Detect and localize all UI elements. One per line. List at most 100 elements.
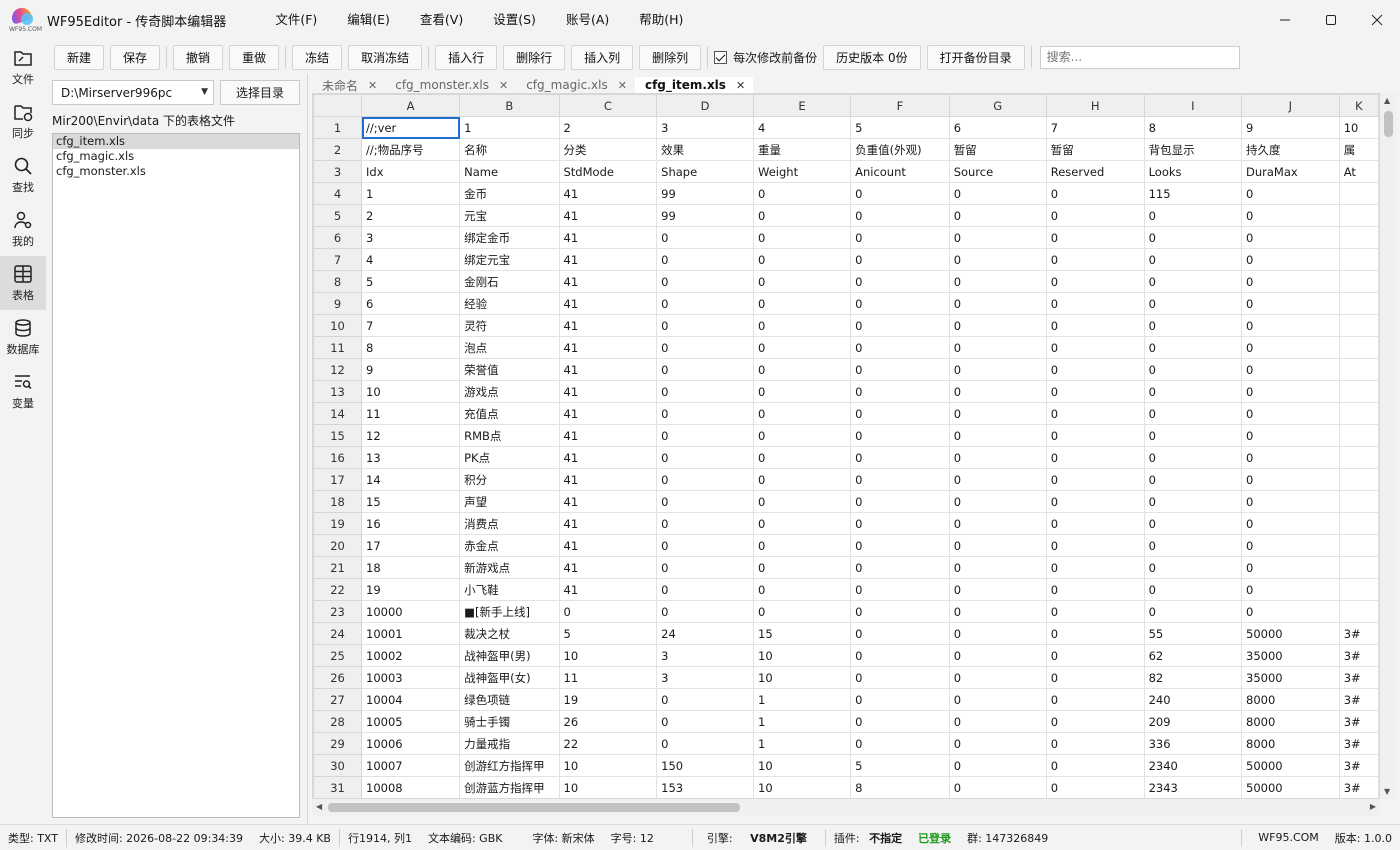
table-cell[interactable]: 0 [948, 226, 1047, 249]
table-cell[interactable]: 19 [361, 578, 461, 601]
table-cell[interactable]: 41 [558, 226, 658, 249]
table-cell[interactable]: 0 [1045, 248, 1145, 271]
table-cell[interactable]: 0 [850, 424, 950, 447]
table-cell[interactable]: 0 [1045, 182, 1145, 205]
table-cell[interactable]: StdMode [558, 160, 658, 183]
file-item[interactable]: cfg_monster.xls [53, 164, 299, 179]
table-cell[interactable] [1338, 534, 1379, 557]
table-cell[interactable]: 41 [558, 424, 658, 447]
table-cell[interactable]: 10 [753, 644, 852, 667]
close-tab-icon[interactable]: ✕ [368, 79, 377, 92]
tab-untitled[interactable]: 未命名 ✕ [312, 77, 385, 93]
table-cell[interactable]: 0 [1143, 490, 1243, 513]
table-cell[interactable]: 2 [361, 204, 461, 227]
row-header[interactable]: 27 [313, 688, 363, 711]
table-cell[interactable]: 赤金点 [459, 534, 560, 557]
table-cell[interactable]: 0 [850, 358, 950, 381]
table-cell[interactable]: 8000 [1241, 688, 1340, 711]
table-cell[interactable]: 0 [948, 424, 1047, 447]
table-cell[interactable]: 0 [1045, 710, 1145, 733]
table-cell[interactable]: 150 [656, 754, 755, 777]
table-cell[interactable]: 0 [1045, 336, 1145, 359]
table-cell[interactable]: 0 [1143, 578, 1243, 601]
table-cell[interactable]: 0 [1241, 424, 1340, 447]
table-cell[interactable]: 0 [1143, 512, 1243, 535]
table-cell[interactable]: 0 [850, 688, 950, 711]
table-cell[interactable]: 分类 [558, 138, 658, 161]
table-cell[interactable]: 0 [1045, 490, 1145, 513]
table-cell[interactable]: 115 [1143, 182, 1243, 205]
table-cell[interactable]: 10008 [361, 776, 461, 798]
table-cell[interactable]: 0 [948, 314, 1047, 337]
nav-file[interactable]: 文件 [0, 40, 46, 94]
row-header[interactable]: 18 [313, 490, 363, 513]
undo-button[interactable]: 撤销 [173, 44, 224, 70]
table-cell[interactable]: 10 [558, 776, 658, 798]
column-header[interactable]: H [1045, 94, 1145, 117]
row-header[interactable]: 16 [313, 446, 363, 469]
table-cell[interactable]: 3# [1338, 622, 1379, 645]
table-cell[interactable]: 负重值(外观) [850, 138, 950, 161]
table-cell[interactable]: 金刚石 [459, 270, 560, 293]
table-cell[interactable]: 元宝 [459, 204, 560, 227]
table-cell[interactable]: 10 [1338, 116, 1379, 139]
table-cell[interactable]: 62 [1143, 644, 1243, 667]
table-cell[interactable]: 泡点 [459, 336, 560, 359]
table-cell[interactable]: 0 [1241, 292, 1340, 315]
column-header[interactable]: G [948, 94, 1047, 117]
table-cell[interactable]: 99 [656, 182, 755, 205]
table-cell[interactable]: 0 [656, 248, 755, 271]
table-cell[interactable]: 0 [656, 446, 755, 469]
horizontal-scrollbar[interactable]: ◀ ▶ [312, 799, 1380, 816]
row-header[interactable]: 10 [313, 314, 363, 337]
table-cell[interactable]: 0 [1143, 314, 1243, 337]
table-cell[interactable]: 充值点 [459, 402, 560, 425]
table-cell[interactable]: 积分 [459, 468, 560, 491]
nav-table[interactable]: 表格 [0, 256, 46, 310]
table-cell[interactable]: 0 [656, 688, 755, 711]
table-cell[interactable]: 0 [850, 402, 950, 425]
table-cell[interactable]: 0 [850, 270, 950, 293]
table-cell[interactable]: //;物品序号 [361, 138, 461, 161]
row-header[interactable]: 25 [313, 644, 363, 667]
table-cell[interactable]: 0 [948, 468, 1047, 491]
table-cell[interactable] [1338, 424, 1379, 447]
table-cell[interactable]: 0 [1241, 270, 1340, 293]
table-cell[interactable]: 0 [753, 402, 852, 425]
table-cell[interactable]: 0 [948, 622, 1047, 645]
table-cell[interactable]: RMB点 [459, 424, 560, 447]
table-cell[interactable]: 骑士手镯 [459, 710, 560, 733]
table-cell[interactable]: 0 [1045, 424, 1145, 447]
horizontal-scroll-thumb[interactable] [328, 803, 740, 812]
row-header[interactable]: 7 [313, 248, 363, 271]
save-button[interactable]: 保存 [110, 44, 161, 70]
table-cell[interactable]: Reserved [1045, 160, 1145, 183]
table-cell[interactable]: 0 [753, 380, 852, 403]
tab-cfg-magic[interactable]: cfg_magic.xls ✕ [516, 77, 635, 93]
row-header[interactable]: 17 [313, 468, 363, 491]
table-cell[interactable]: 战神盔甲(女) [459, 666, 560, 689]
table-cell[interactable]: 10 [558, 754, 658, 777]
table-cell[interactable]: 5 [558, 622, 658, 645]
row-header[interactable]: 12 [313, 358, 363, 381]
table-cell[interactable]: 12 [361, 424, 461, 447]
table-cell[interactable]: 属 [1338, 138, 1379, 161]
table-cell[interactable]: 209 [1143, 710, 1243, 733]
table-cell[interactable]: 0 [850, 534, 950, 557]
table-cell[interactable]: 11 [361, 402, 461, 425]
table-cell[interactable]: 0 [948, 336, 1047, 359]
table-cell[interactable]: 10000 [361, 600, 461, 623]
table-cell[interactable]: 0 [1241, 446, 1340, 469]
row-header[interactable]: 20 [313, 534, 363, 557]
table-cell[interactable]: 0 [1045, 512, 1145, 535]
table-cell[interactable]: 荣誉值 [459, 358, 560, 381]
table-cell[interactable]: 0 [1241, 380, 1340, 403]
table-cell[interactable]: 0 [1241, 402, 1340, 425]
table-cell[interactable]: 0 [656, 292, 755, 315]
table-cell[interactable]: 0 [850, 314, 950, 337]
table-cell[interactable]: Weight [753, 160, 852, 183]
table-cell[interactable]: 153 [656, 776, 755, 798]
table-cell[interactable]: 6 [361, 292, 461, 315]
table-cell[interactable]: 0 [753, 270, 852, 293]
table-cell[interactable]: 336 [1143, 732, 1243, 755]
